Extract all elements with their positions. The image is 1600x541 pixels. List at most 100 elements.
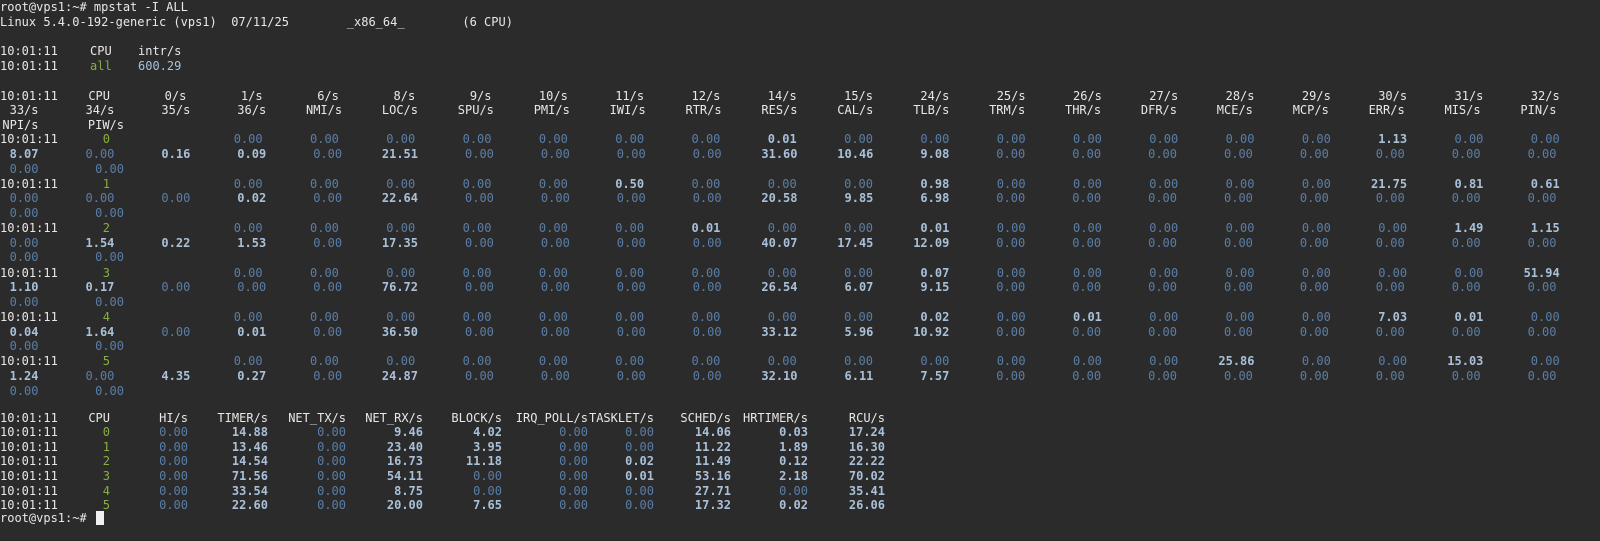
irq-value: 0.00	[996, 368, 1026, 383]
irq-value: 0.00	[1224, 191, 1253, 206]
irq-value: 0.00	[1225, 132, 1255, 147]
terminal-window[interactable]: root@vps1:~# mpstat -I ALL Linux 5.4.0-1…	[0, 0, 1600, 541]
irq-value: 0.00	[1072, 324, 1102, 339]
irq-value: 0.00	[616, 368, 646, 383]
softirq-header-time: 10:01:11	[0, 410, 58, 425]
irq-value: 0.00	[538, 354, 568, 369]
irq-value: 0.01	[691, 221, 721, 236]
irq-value: 0.00	[1224, 146, 1253, 161]
softirq-header-col: HRTIMER/s	[742, 410, 808, 425]
irq-value: 0.00	[1224, 235, 1253, 250]
softirq-value: 17.24	[848, 425, 885, 440]
irq-value: 0.00	[691, 265, 721, 280]
irq-value: 0.00	[540, 146, 570, 161]
irq-value: 0.07	[920, 265, 950, 280]
softirq-row-cpu: 1	[102, 439, 110, 454]
irq-value: 0.00	[1072, 146, 1102, 161]
irq-value: 9.85	[844, 191, 874, 206]
irq-value: 0.00	[844, 221, 873, 236]
irq-row: 10:01:11 1 0.00 0.00 0.00 0.00 0.00 0.50 0.00 0.0…	[0, 177, 1600, 192]
irq-value: 0.00	[313, 280, 343, 295]
softirq-value: 0.00	[559, 425, 588, 440]
irq-value: 0.00	[310, 132, 339, 147]
softirq-header-col: TASKLET/s	[588, 410, 654, 425]
irq-value: 0.00	[1530, 132, 1560, 147]
irq-value: 31.60	[761, 146, 798, 161]
irq-value: 0.00	[1299, 324, 1329, 339]
irq-value: 0.01	[920, 221, 950, 236]
irq-value: 0.00	[615, 309, 645, 324]
irq-header-col: PIN/s	[1520, 103, 1557, 118]
irq-value: 9.08	[920, 146, 950, 161]
irq-header-col: 29/s	[1301, 88, 1331, 103]
softirq-value: 33.54	[231, 483, 268, 498]
softirq-row-time: 10:01:11	[0, 468, 58, 483]
irq-value: 0.00	[233, 176, 263, 191]
irq-value: 0.00	[540, 191, 570, 206]
irq-value: 0.50	[615, 176, 645, 191]
softirq-value: 0.02	[625, 454, 654, 469]
irq-value: 0.01	[1454, 309, 1484, 324]
softirq-value: 1.89	[779, 439, 808, 454]
irq-header-col: SPU/s	[457, 103, 494, 118]
final-prompt-line[interactable]: root@vps1:~#	[0, 511, 104, 526]
irq-value: 0.00	[1301, 176, 1331, 191]
softirq-row-time: 10:01:11	[0, 425, 58, 440]
irq-value: 0.00	[1375, 235, 1405, 250]
irq-value: 0.00	[9, 339, 39, 354]
irq-value: 0.00	[1378, 221, 1408, 236]
softirq-value: 14.54	[231, 454, 268, 469]
cursor	[95, 511, 104, 525]
irq-row: 10:01:11 5 0.00 0.00 0.00 0.00 0.00 0.00 0.00 0.0…	[0, 354, 1600, 369]
irq-value: 0.00	[1299, 146, 1329, 161]
irq-header-col: 35/s	[161, 103, 191, 118]
irq-value: 0.00	[233, 309, 263, 324]
softirq-value: 16.30	[848, 439, 885, 454]
irq-row-continuation: 0.00 1.54 0.22 1.53 0.00 17.35 0.00 0.00 0.00 0.0…	[0, 236, 1600, 251]
irq-value: 0.00	[616, 324, 646, 339]
irq-value: 0.00	[692, 368, 722, 383]
softirq-header-col: RCU/s	[848, 410, 885, 425]
irq-header-col: TRM/s	[989, 103, 1026, 118]
irq-value: 20.58	[761, 191, 798, 206]
irq-value: 0.00	[538, 176, 568, 191]
irq-value: 0.00	[692, 235, 722, 250]
softirq-row-time: 10:01:11	[0, 483, 58, 498]
softirq-value: 0.00	[317, 498, 346, 513]
irq-value: 0.00	[161, 324, 191, 339]
irq-value: 0.00	[996, 265, 1026, 280]
irq-value: 0.00	[1073, 354, 1102, 369]
irq-header-col: 1/s	[240, 88, 263, 103]
irq-value: 0.61	[1530, 176, 1560, 191]
irq-value: 0.00	[313, 146, 343, 161]
softirq-header-col: TIMER/s	[217, 410, 268, 425]
irq-value: 0.00	[996, 324, 1026, 339]
irq-value: 0.00	[1299, 191, 1329, 206]
softirq-value: 0.02	[779, 498, 808, 513]
irq-value: 0.00	[691, 176, 721, 191]
softirq-row-cpu: 3	[102, 468, 110, 483]
softirq-value: 11.18	[465, 454, 502, 469]
irq-header-col: 0/s	[164, 88, 187, 103]
softirq-row-time: 10:01:11	[0, 439, 58, 454]
irq-value: 0.00	[1299, 280, 1329, 295]
irq-value: 1.53	[237, 235, 267, 250]
irq-value: 0.00	[996, 132, 1026, 147]
softirq-header-col: HI/s	[159, 410, 188, 425]
softirq-value: 70.02	[848, 468, 885, 483]
irq-value: 0.00	[310, 176, 339, 191]
irq-value: 0.00	[9, 294, 39, 309]
irq-value: 0.00	[1149, 354, 1179, 369]
irq-value: 0.00	[310, 265, 339, 280]
irq-header-col: PIW/s	[87, 117, 124, 132]
irq-value: 0.00	[465, 146, 494, 161]
softirq-value: 0.00	[473, 483, 502, 498]
summary-row: 10:01:11 all 600.29	[0, 59, 1600, 74]
irq-row-continuation: 8.07 0.00 0.16 0.09 0.00 21.51 0.00 0.00 0.00 0.0…	[0, 147, 1600, 162]
irq-row-continuation: 0.00 0.00 0.00 0.02 0.00 22.64 0.00 0.00 0.00 0.0…	[0, 191, 1600, 206]
irq-header-line-2: 33/s 34/s 35/s 36/s NMI/s LOC/s SPU/s PMI/s IWI/…	[0, 103, 1600, 118]
softirq-header-line: 10:01:11 CPU HI/s TIMER/s NET_TX/s NET_RX/s BL…	[0, 411, 1600, 426]
softirq-value: 0.00	[159, 483, 188, 498]
irq-header-col: RES/s	[761, 103, 798, 118]
irq-value: 21.75	[1370, 176, 1408, 191]
